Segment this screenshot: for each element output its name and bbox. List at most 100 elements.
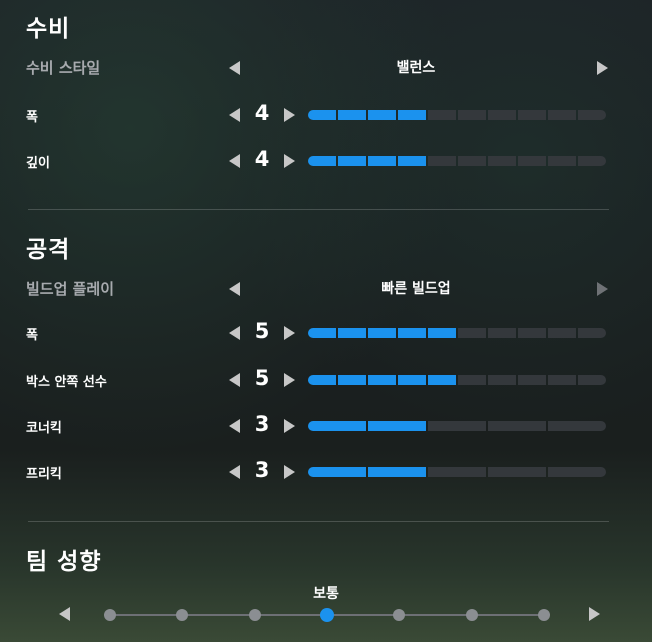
tendency-slider-dot[interactable] (393, 609, 406, 621)
attack-box-players-value: 5 (254, 366, 270, 390)
defense-depth-increase-icon[interactable] (284, 154, 295, 168)
defense-style-value: 밸런스 (396, 60, 436, 76)
level-segment (308, 328, 336, 338)
attack-width-row: 폭 5 (0, 319, 652, 345)
attack-box-players-increase-icon[interactable] (284, 373, 295, 387)
defense-width-bar (308, 110, 606, 120)
tendency-slider-selected-dot[interactable] (320, 608, 334, 622)
tendency-slider-dot[interactable] (104, 609, 116, 621)
level-segment (428, 467, 486, 477)
level-segment (548, 110, 576, 120)
level-segment (578, 156, 606, 166)
attack-box-players-row: 박스 안쪽 선수 5 (0, 366, 652, 392)
tendency-slider-dot[interactable] (538, 609, 550, 621)
level-segment (488, 328, 516, 338)
tendency-slider-dot[interactable] (248, 609, 261, 621)
section-divider (28, 521, 609, 522)
level-segment (548, 467, 606, 477)
level-segment (428, 110, 456, 120)
level-segment (458, 110, 486, 120)
level-segment (488, 375, 516, 385)
attack-width-increase-icon[interactable] (284, 326, 295, 340)
attack-box-players-decrease-icon[interactable] (229, 373, 240, 387)
tendency-prev-arrow-icon[interactable] (59, 607, 70, 621)
attack-corner-decrease-icon[interactable] (229, 419, 240, 433)
level-segment (338, 375, 366, 385)
attack-corner-bar (308, 421, 606, 431)
level-segment (398, 110, 426, 120)
level-segment (488, 110, 516, 120)
defense-depth-bar (308, 156, 606, 166)
attack-section-title: 공격 (26, 237, 71, 263)
attack-style-value: 빠른 빌드업 (381, 281, 451, 297)
level-segment (308, 421, 366, 431)
defense-width-decrease-icon[interactable] (229, 108, 240, 122)
level-segment (398, 375, 426, 385)
tendency-section-title: 팀 성향 (26, 549, 102, 575)
attack-width-bar (308, 328, 606, 338)
tendency-next-arrow-icon[interactable] (589, 607, 600, 621)
level-segment (548, 421, 606, 431)
level-segment (578, 328, 606, 338)
defense-width-label: 폭 (26, 110, 38, 125)
level-segment (578, 375, 606, 385)
level-segment (368, 156, 396, 166)
attack-freekick-bar (308, 467, 606, 477)
level-segment (548, 375, 576, 385)
level-segment (428, 375, 456, 385)
level-segment (338, 110, 366, 120)
level-segment (548, 156, 576, 166)
level-segment (428, 156, 456, 166)
level-segment (398, 328, 426, 338)
attack-freekick-increase-icon[interactable] (284, 465, 295, 479)
section-divider (28, 209, 609, 210)
level-segment (548, 328, 576, 338)
attack-freekick-decrease-icon[interactable] (229, 465, 240, 479)
attack-box-players-bar (308, 375, 606, 385)
level-segment (458, 328, 486, 338)
attack-corner-label: 코너킥 (26, 421, 62, 436)
level-segment (578, 110, 606, 120)
level-segment (488, 156, 516, 166)
level-segment (368, 375, 396, 385)
attack-box-players-label: 박스 안쪽 선수 (26, 375, 107, 390)
attack-style-next-arrow-icon[interactable] (597, 282, 608, 296)
defense-depth-decrease-icon[interactable] (229, 154, 240, 168)
defense-width-increase-icon[interactable] (284, 108, 295, 122)
level-segment (488, 421, 546, 431)
level-segment (488, 467, 546, 477)
attack-freekick-row: 프리킥 3 (0, 458, 652, 484)
attack-freekick-value: 3 (254, 458, 270, 482)
level-segment (518, 110, 546, 120)
level-segment (338, 156, 366, 166)
attack-style-row: 빌드업 플레이 빠른 빌드업 (0, 277, 652, 301)
level-segment (398, 156, 426, 166)
level-segment (518, 328, 546, 338)
defense-style-label: 수비 스타일 (26, 59, 101, 77)
level-segment (458, 156, 486, 166)
level-segment (428, 328, 456, 338)
level-segment (458, 375, 486, 385)
attack-corner-value: 3 (254, 412, 270, 436)
tendency-slider-dot[interactable] (465, 609, 478, 621)
level-segment (428, 421, 486, 431)
defense-width-row: 폭 4 (0, 101, 652, 127)
level-segment (308, 467, 366, 477)
level-segment (518, 156, 546, 166)
attack-width-value: 5 (254, 319, 270, 343)
attack-style-prev-arrow-icon[interactable] (229, 282, 240, 296)
defense-depth-label: 깊이 (26, 156, 50, 171)
tendency-value-label: 보통 (313, 586, 339, 602)
attack-corner-increase-icon[interactable] (284, 419, 295, 433)
level-segment (308, 110, 336, 120)
defense-style-prev-arrow-icon[interactable] (229, 61, 240, 75)
attack-width-label: 폭 (26, 328, 38, 343)
attack-width-decrease-icon[interactable] (229, 326, 240, 340)
level-segment (308, 375, 336, 385)
attack-freekick-label: 프리킥 (26, 467, 62, 482)
defense-style-next-arrow-icon[interactable] (597, 61, 608, 75)
level-segment (368, 421, 426, 431)
defense-style-row: 수비 스타일 밸런스 (0, 56, 652, 80)
tendency-slider-dot[interactable] (176, 609, 189, 621)
level-segment (368, 328, 396, 338)
